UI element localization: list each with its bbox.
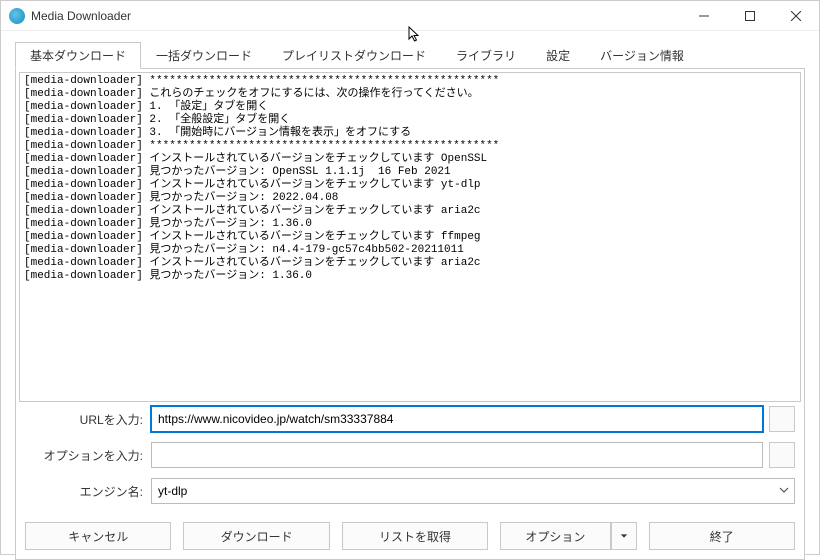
download-button[interactable]: ダウンロード [183, 522, 329, 550]
window-controls [681, 1, 819, 30]
maximize-button[interactable] [727, 1, 773, 30]
caret-down-icon [620, 529, 628, 543]
url-label: URLを入力: [25, 411, 145, 428]
log-output[interactable]: [media-downloader] *********************… [19, 72, 801, 402]
options-aux-button[interactable] [769, 442, 795, 468]
url-aux-button[interactable] [769, 406, 795, 432]
titlebar: Media Downloader [1, 1, 819, 31]
get-list-button[interactable]: リストを取得 [342, 522, 488, 550]
tab-bar: 基本ダウンロード 一括ダウンロード プレイリストダウンロード ライブラリ 設定 … [1, 31, 819, 68]
options-dropdown-button[interactable] [611, 522, 637, 550]
tab-configure[interactable]: 設定 [531, 42, 585, 69]
cancel-button[interactable]: キャンセル [25, 522, 171, 550]
app-icon [9, 8, 25, 24]
engine-select[interactable] [151, 478, 795, 504]
options-input[interactable] [151, 442, 763, 468]
tab-playlist-download[interactable]: プレイリストダウンロード [267, 42, 441, 69]
tab-basic-download[interactable]: 基本ダウンロード [15, 42, 141, 69]
form-area: URLを入力: オプションを入力: エンジン名: [19, 402, 801, 520]
window-title: Media Downloader [31, 9, 131, 23]
tab-batch-download[interactable]: 一括ダウンロード [141, 42, 267, 69]
options-label: オプションを入力: [25, 447, 145, 464]
options-button[interactable]: オプション [500, 522, 610, 550]
url-input[interactable] [151, 406, 763, 432]
action-button-row: キャンセル ダウンロード リストを取得 オプション 終了 [19, 522, 801, 556]
close-button[interactable] [773, 1, 819, 30]
tab-library[interactable]: ライブラリ [441, 42, 531, 69]
tab-about[interactable]: バージョン情報 [585, 42, 699, 69]
engine-label: エンジン名: [25, 483, 145, 500]
minimize-button[interactable] [681, 1, 727, 30]
tab-page-basic: [media-downloader] *********************… [15, 68, 805, 560]
exit-button[interactable]: 終了 [649, 522, 795, 550]
